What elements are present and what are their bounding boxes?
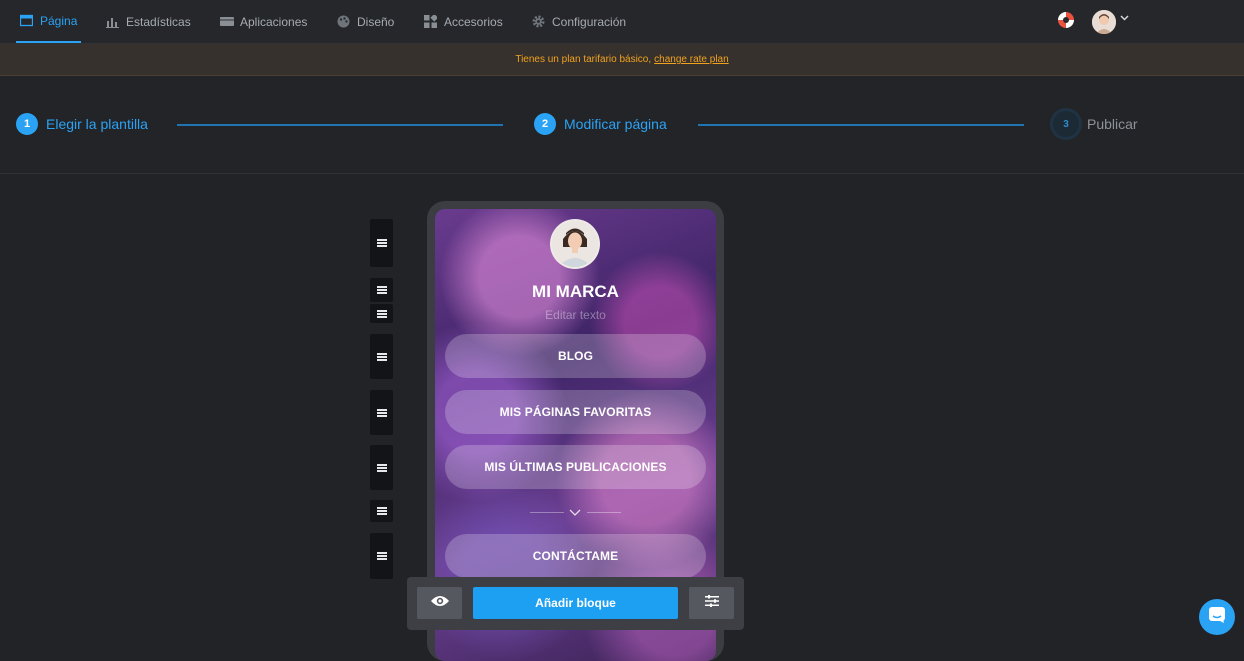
link-button-favorite-pages[interactable]: MIS PÁGINAS FAVORITAS bbox=[445, 390, 706, 434]
nav-item-pagina[interactable]: Página bbox=[16, 0, 82, 43]
step-edit-page[interactable]: 2 Modificar página bbox=[534, 113, 667, 135]
step-label: Elegir la plantilla bbox=[46, 116, 148, 132]
drag-handle-icon bbox=[376, 239, 387, 247]
plan-banner: Tienes un plan tarifario básico, change … bbox=[0, 44, 1244, 76]
nav-item-label: Aplicaciones bbox=[240, 14, 308, 29]
drag-handle-icon bbox=[376, 552, 387, 560]
step-label: Modificar página bbox=[564, 116, 667, 132]
progress-stepper: 1 Elegir la plantilla 2 Modificar página… bbox=[0, 76, 1244, 174]
help-lifebuoy-icon[interactable] bbox=[1058, 12, 1074, 28]
preview-button[interactable] bbox=[417, 587, 462, 619]
block-drag-handle[interactable] bbox=[370, 533, 393, 579]
profile-avatar[interactable] bbox=[550, 219, 600, 269]
divider-line bbox=[587, 512, 621, 513]
step-number: 3 bbox=[1053, 111, 1079, 137]
divider-chevron-down-icon bbox=[568, 505, 582, 519]
nav-item-label: Configuración bbox=[552, 14, 627, 29]
step-label: Publicar bbox=[1087, 116, 1138, 132]
brand-title[interactable]: MI MARCA bbox=[435, 282, 716, 302]
link-button-contact[interactable]: CONTÁCTAME bbox=[445, 534, 706, 578]
drag-handle-icon bbox=[376, 352, 387, 361]
drag-handle-icon bbox=[376, 408, 387, 417]
block-drag-handle[interactable] bbox=[370, 304, 393, 323]
palette-icon bbox=[337, 15, 350, 28]
plan-banner-text: Tienes un plan tarifario básico, bbox=[515, 54, 652, 65]
link-button-latest-posts[interactable]: MIS ÚLTIMAS PUBLICACIONES bbox=[445, 445, 706, 489]
apps-icon bbox=[220, 15, 234, 28]
step-connector bbox=[698, 124, 1024, 126]
nav-item-label: Estadísticas bbox=[126, 14, 191, 29]
nav-item-estadisticas[interactable]: Estadísticas bbox=[106, 0, 191, 43]
page-icon bbox=[19, 14, 34, 27]
step-connector bbox=[177, 124, 503, 126]
block-drag-handle[interactable] bbox=[370, 390, 393, 435]
step-publish[interactable]: 3 Publicar bbox=[1053, 111, 1138, 137]
block-drag-handle[interactable] bbox=[370, 500, 393, 522]
drag-handle-icon bbox=[376, 286, 387, 294]
add-block-button[interactable]: Añadir bloque bbox=[473, 587, 678, 619]
step-number: 2 bbox=[534, 113, 556, 135]
nav-item-label: Diseño bbox=[357, 14, 395, 29]
block-drag-handle[interactable] bbox=[370, 445, 393, 490]
nav-item-configuracion[interactable]: Configuración bbox=[532, 0, 626, 43]
top-nav: Página Estadísticas Aplicaciones Diseño … bbox=[0, 0, 1244, 44]
chat-icon bbox=[1208, 606, 1226, 629]
gear-icon bbox=[532, 15, 545, 28]
block-drag-handle[interactable] bbox=[370, 334, 393, 379]
accessories-icon bbox=[424, 13, 439, 28]
nav-item-aplicaciones[interactable]: Aplicaciones bbox=[220, 0, 307, 43]
nav-item-label: Accesorios bbox=[444, 14, 503, 29]
divider-line bbox=[530, 512, 564, 513]
chat-widget-button[interactable] bbox=[1199, 599, 1235, 635]
step-choose-template[interactable]: 1 Elegir la plantilla bbox=[16, 113, 148, 135]
editor-toolbar: Añadir bloque bbox=[407, 577, 744, 630]
stats-icon bbox=[106, 15, 119, 28]
nav-item-accesorios[interactable]: Accesorios bbox=[424, 0, 503, 43]
drag-handle-icon bbox=[376, 507, 387, 515]
nav-item-label: Página bbox=[40, 13, 78, 28]
edit-text-placeholder[interactable]: Editar texto bbox=[435, 308, 716, 322]
settings-button[interactable] bbox=[689, 587, 734, 619]
block-drag-handle[interactable] bbox=[370, 278, 393, 302]
block-drag-handle[interactable] bbox=[370, 219, 393, 267]
sliders-icon bbox=[704, 594, 719, 612]
user-avatar[interactable] bbox=[1092, 10, 1116, 34]
account-chevron-down-icon[interactable] bbox=[1120, 13, 1129, 25]
link-button-blog[interactable]: BLOG bbox=[445, 334, 706, 378]
change-rate-plan-link[interactable]: change rate plan bbox=[654, 54, 729, 65]
step-number: 1 bbox=[16, 113, 38, 135]
nav-item-diseno[interactable]: Diseño bbox=[337, 0, 394, 43]
drag-handle-icon bbox=[376, 309, 387, 318]
eye-icon bbox=[430, 594, 450, 613]
drag-handle-icon bbox=[376, 463, 387, 472]
